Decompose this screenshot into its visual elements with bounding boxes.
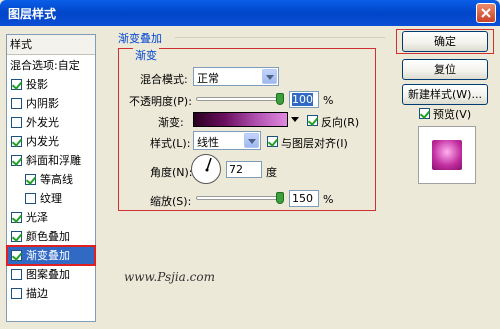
gradient-preview-swatch[interactable] bbox=[193, 112, 288, 127]
new-style-button[interactable]: 新建样式(W)... bbox=[402, 84, 488, 105]
style-item-satin[interactable]: 光泽 bbox=[7, 208, 95, 227]
style-checkbox[interactable] bbox=[11, 136, 22, 147]
reverse-label: 反向(R) bbox=[321, 116, 360, 129]
align-with-layer-checkbox[interactable] bbox=[267, 136, 278, 147]
style-checkbox[interactable] bbox=[11, 269, 22, 280]
angle-label: 角度(N): bbox=[150, 166, 193, 179]
gradient-picker-dropdown[interactable] bbox=[290, 114, 301, 125]
layer-style-dialog: 图层样式 样式 混合选项:自定 投影 内阴影 外发光 内发光 斜面和浮雕 等高线… bbox=[0, 0, 500, 329]
chevron-down-icon bbox=[262, 69, 277, 84]
style-item-outer-glow[interactable]: 外发光 bbox=[7, 113, 95, 132]
style-checkbox[interactable] bbox=[11, 288, 22, 299]
chevron-down-icon bbox=[244, 133, 259, 148]
style-checkbox[interactable] bbox=[11, 79, 22, 90]
window-title: 图层样式 bbox=[8, 7, 57, 21]
style-item-drop-shadow[interactable]: 投影 bbox=[7, 75, 95, 94]
style-checkbox[interactable] bbox=[11, 250, 22, 261]
styles-header[interactable]: 样式 bbox=[7, 35, 95, 55]
style-checkbox[interactable] bbox=[25, 174, 36, 185]
close-button[interactable] bbox=[476, 3, 496, 23]
angle-input[interactable]: 72 bbox=[226, 161, 262, 178]
opacity-slider[interactable] bbox=[196, 97, 284, 101]
opacity-unit: % bbox=[323, 94, 334, 107]
scale-unit: % bbox=[323, 193, 334, 206]
reverse-checkbox[interactable] bbox=[307, 115, 318, 126]
blend-mode-select[interactable]: 正常 bbox=[193, 67, 279, 86]
style-item-pattern-overlay[interactable]: 图案叠加 bbox=[7, 265, 95, 284]
gradient-style-select[interactable]: 线性 bbox=[193, 131, 261, 150]
scale-slider[interactable] bbox=[196, 196, 284, 200]
opacity-label: 不透明度(P): bbox=[129, 95, 192, 108]
gradient-overlay-group-title: 渐变叠加 bbox=[118, 32, 162, 45]
gradient-subgroup-title: 渐变 bbox=[133, 47, 159, 63]
title-bar: 图层样式 bbox=[0, 0, 500, 26]
angle-dial[interactable] bbox=[191, 154, 221, 184]
style-checkbox[interactable] bbox=[11, 98, 22, 109]
ok-button[interactable]: 确定 bbox=[402, 31, 488, 52]
scale-label: 缩放(S): bbox=[150, 195, 192, 208]
style-item-bevel-emboss[interactable]: 斜面和浮雕 bbox=[7, 151, 95, 170]
style-item-stroke[interactable]: 描边 bbox=[7, 284, 95, 303]
close-icon bbox=[481, 8, 491, 18]
blend-mode-label: 混合模式: bbox=[140, 73, 188, 86]
reset-button[interactable]: 复位 bbox=[402, 59, 488, 80]
style-checkbox[interactable] bbox=[25, 193, 36, 204]
preview-swatch bbox=[432, 140, 462, 170]
style-preview-thumbnail bbox=[418, 126, 476, 184]
site-watermark: www.Psjia.com bbox=[124, 270, 215, 284]
style-item-inner-glow[interactable]: 内发光 bbox=[7, 132, 95, 151]
preview-label: 预览(V) bbox=[433, 108, 472, 121]
style-item-contour[interactable]: 等高线 bbox=[7, 170, 95, 189]
style-checkbox[interactable] bbox=[11, 231, 22, 242]
style-item-texture[interactable]: 纹理 bbox=[7, 189, 95, 208]
style-item-color-overlay[interactable]: 颜色叠加 bbox=[7, 227, 95, 246]
style-checkbox[interactable] bbox=[11, 155, 22, 166]
style-label: 样式(L): bbox=[150, 137, 191, 150]
blend-options-item[interactable]: 混合选项:自定 bbox=[7, 56, 95, 75]
group-divider bbox=[175, 37, 385, 38]
style-checkbox[interactable] bbox=[11, 212, 22, 223]
gradient-label: 渐变: bbox=[158, 116, 184, 129]
opacity-input[interactable]: 100 bbox=[289, 91, 319, 108]
styles-list: 样式 混合选项:自定 投影 内阴影 外发光 内发光 斜面和浮雕 等高线 纹理 光… bbox=[6, 34, 96, 322]
scale-slider-thumb[interactable] bbox=[276, 192, 284, 204]
angle-unit: 度 bbox=[266, 166, 277, 179]
scale-input[interactable]: 150 bbox=[289, 190, 319, 207]
preview-checkbox[interactable] bbox=[419, 108, 430, 119]
style-checkbox[interactable] bbox=[11, 117, 22, 128]
align-with-layer-label: 与图层对齐(I) bbox=[281, 137, 348, 150]
angle-needle-icon bbox=[205, 157, 212, 172]
style-item-inner-shadow[interactable]: 内阴影 bbox=[7, 94, 95, 113]
opacity-slider-thumb[interactable] bbox=[276, 93, 284, 105]
style-item-gradient-overlay[interactable]: 渐变叠加 bbox=[6, 245, 96, 266]
